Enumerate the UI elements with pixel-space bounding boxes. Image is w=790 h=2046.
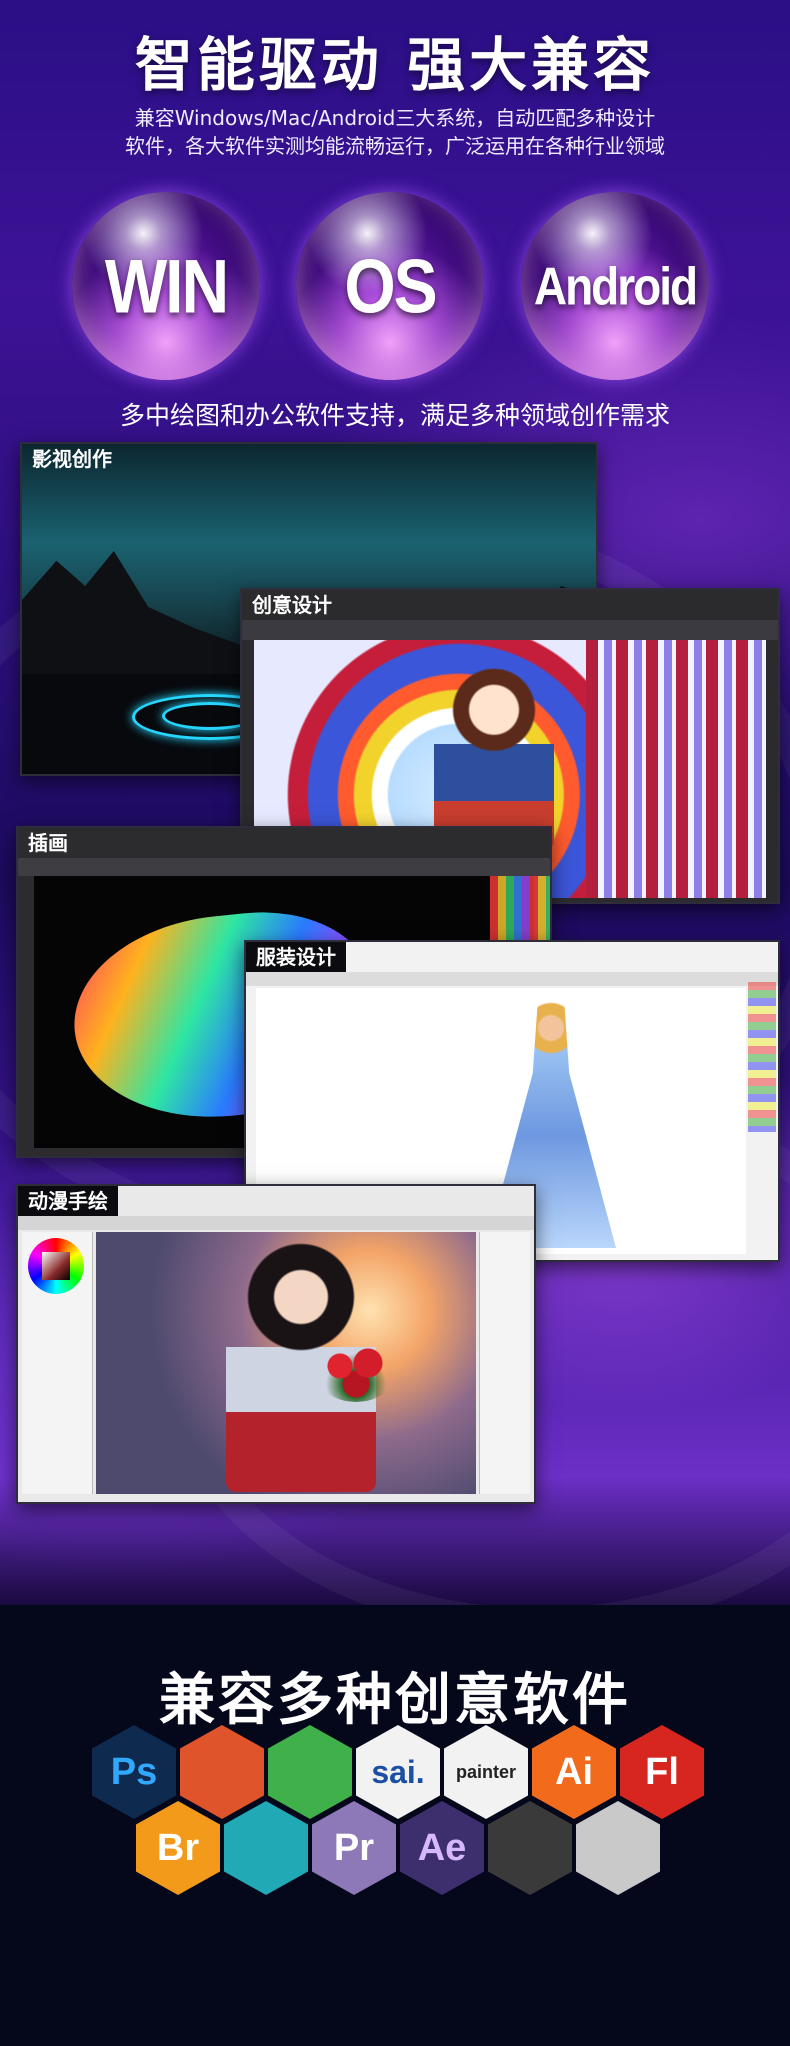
icon-text: Ae (417, 1826, 467, 1869)
hero-section: 智能驱动 强大兼容 兼容Windows/Mac/Android三大系统，自动匹配… (0, 0, 790, 1636)
screen-label: 影视创作 (32, 447, 112, 471)
stripes-image (586, 640, 766, 898)
product-page: 智能驱动 强大兼容 兼容Windows/Mac/Android三大系统，自动匹配… (0, 0, 790, 2046)
hero-title: 智能驱动 强大兼容 (134, 31, 656, 99)
support-text: 多中绘图和办公软件支持，满足多种领域创作需求 (119, 401, 670, 430)
icon-text: Br (156, 1826, 200, 1869)
app-toolbar (18, 858, 550, 876)
corel-draw-icon (268, 1725, 352, 1819)
tool-panel (22, 1232, 93, 1494)
icon-text: Ai (555, 1750, 593, 1793)
os-sphere-android: Android (521, 192, 709, 380)
screen-label: 服装设计 (246, 942, 346, 972)
icon-text: Ps (110, 1750, 158, 1793)
os-sphere-win: WIN (72, 192, 260, 380)
hero-subtitle-line2: 软件，各大软件实测均能流畅运行，广泛运用在各种行业领域 (125, 134, 665, 158)
app-toolbar (18, 1216, 534, 1230)
screen-label: 插画 (28, 831, 68, 855)
os-sphere-os: OS (296, 192, 484, 380)
color-wheel (28, 1238, 84, 1294)
os-label: Android (533, 256, 698, 316)
software-section: 兼容多种创意软件 Ps sai. painter Ai Fl Br Pr Ae (0, 1605, 790, 2046)
3dsmax-icon (488, 1801, 572, 1895)
zbrush-icon (576, 1801, 660, 1895)
roses-image (316, 1342, 396, 1402)
hero-subtitle-line1: 兼容Windows/Mac/Android三大系统，自动匹配多种设计 (134, 106, 656, 130)
icon-text: Fl (645, 1750, 679, 1793)
os-label: WIN (104, 243, 229, 329)
screen-label: 创意设计 (252, 593, 332, 617)
illustrator-icon: Ai (532, 1725, 616, 1819)
app-toolbar (242, 620, 778, 640)
icon-text: sai. (371, 1753, 425, 1790)
after-effects-icon: Ae (400, 1801, 484, 1895)
painter-icon: painter (444, 1725, 528, 1819)
anime-illustration-image (96, 1232, 476, 1494)
sai-icon: sai. (356, 1725, 440, 1819)
icon-text: Pr (333, 1826, 375, 1869)
app-toolbar (246, 972, 778, 986)
screen-label: 动漫手绘 (18, 1186, 118, 1216)
os-label: OS (344, 243, 437, 329)
maya-icon (224, 1801, 308, 1895)
flash-icon: Fl (620, 1725, 704, 1819)
screen-anime-drawing: 动漫手绘 (16, 1184, 536, 1504)
layer-panel (479, 1232, 530, 1494)
icon-text: painter (455, 1761, 516, 1782)
color-panel (748, 982, 776, 1132)
premiere-icon: Pr (312, 1801, 396, 1895)
photoshop-icon: Ps (92, 1725, 176, 1819)
sketchbook-icon (180, 1725, 264, 1819)
software-section-title: 兼容多种创意软件 (159, 1668, 631, 1733)
bridge-icon: Br (136, 1801, 220, 1895)
